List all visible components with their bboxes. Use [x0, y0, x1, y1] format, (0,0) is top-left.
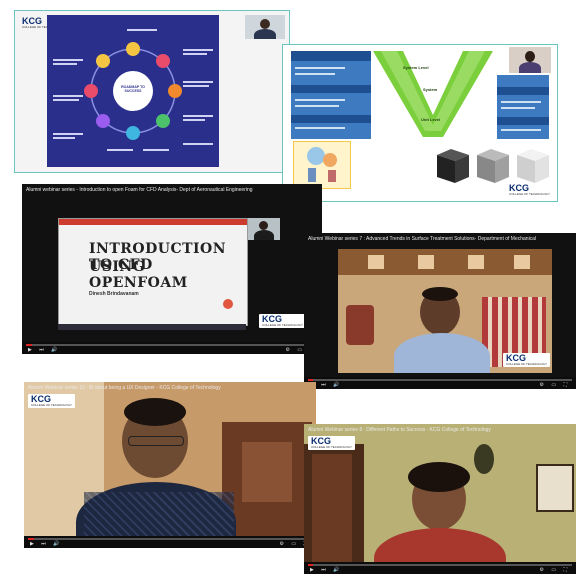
- video-title: Alumni webinar series - Introduction to …: [26, 187, 253, 193]
- video-player-surface-webinar[interactable]: Alumni Webinar series 7 : Advanced Trend…: [304, 233, 576, 389]
- playback-icons[interactable]: ▶ ⏭ 🔊: [30, 541, 62, 547]
- vmodel-label-system-level: System Level: [403, 65, 429, 70]
- science-illustration: [293, 141, 351, 189]
- presenter-thumbnail: [509, 47, 551, 73]
- player-controls: ▶ ⏭ 🔊 ⚙ ▭ ⛶: [22, 342, 322, 354]
- screenshot-vmodel-slide: System Level System Unit Level KCG COLLE…: [282, 44, 558, 202]
- settings-icons[interactable]: ⚙ ▭ ⛶: [540, 382, 571, 388]
- video-player-pathways-webinar[interactable]: Alumni Webinar series 8 : Different Path…: [304, 424, 576, 574]
- kcg-logo: KCG COLLEGE OF TECHNOLOGY: [308, 436, 355, 450]
- kcg-logo: KCG COLLEGE OF TECHNOLOGY: [28, 394, 75, 408]
- presenter-thumbnail: [248, 218, 280, 240]
- slide-decoration: [223, 299, 233, 309]
- video-player-designer-webinar[interactable]: Alumni Webinar series 10 : Bi about bein…: [24, 382, 316, 548]
- presenter-thumbnail: [245, 15, 285, 39]
- progress-fill: [308, 564, 314, 566]
- vmodel-label-system: System: [423, 87, 438, 92]
- player-controls: ▶ ⏭ 🔊 ⚙ ▭ ⛶: [304, 562, 576, 574]
- progress-fill: [308, 379, 314, 381]
- roadmap-slide-graphic: ROADMAP TO SUCCESS: [47, 15, 219, 167]
- progress-fill: [28, 538, 34, 540]
- playback-icons[interactable]: ▶ ⏭ 🔊: [310, 567, 342, 573]
- progress-bar[interactable]: [308, 564, 572, 566]
- player-controls: ▶ ⏭ 🔊 ⚙ ▭ ⛶: [304, 377, 576, 389]
- kcg-logo: KCG COLLEGE OF TECHNOLOGY: [503, 353, 550, 367]
- kcg-logo: KCG COLLEGE OF TECHNOLOGY: [259, 314, 306, 328]
- video-title: Alumni Webinar series 8 : Different Path…: [308, 427, 491, 433]
- playback-icons[interactable]: ▶ ⏭ 🔊: [28, 347, 60, 353]
- roadmap-center-label: ROADMAP TO SUCCESS: [121, 85, 145, 93]
- video-player-cfd-webinar[interactable]: Alumni webinar series - Introduction to …: [22, 184, 322, 354]
- vmodel-label-unit-level: Unit Level: [421, 117, 441, 122]
- slide-title-line2: USING OPENFOAM: [89, 259, 188, 291]
- video-title: Alumni Webinar series 10 : Bi about bein…: [28, 385, 221, 391]
- slide-cfd: INTRODUCTION TO CFD USING OPENFOAM Dines…: [58, 218, 248, 326]
- kcg-logo: KCG COLLEGE OF TECHNOLOGY: [506, 183, 553, 197]
- slide-taskbar: [58, 324, 246, 330]
- screenshot-roadmap-slide: KCG COLLEGE OF TECHNOLOGY ROADMAP TO SUC…: [14, 10, 290, 173]
- video-title: Alumni Webinar series 7 : Advanced Trend…: [308, 236, 537, 242]
- settings-icons[interactable]: ⚙ ▭ ⛶: [540, 567, 571, 573]
- player-controls: ▶ ⏭ 🔊 ⚙ ▭ ⛶: [24, 536, 316, 548]
- slide-presenter-name: Dinesh Brindavanam: [89, 291, 139, 297]
- progress-bar[interactable]: [308, 379, 572, 381]
- progress-bar[interactable]: [26, 344, 318, 346]
- progress-fill: [26, 344, 32, 346]
- progress-bar[interactable]: [28, 538, 312, 540]
